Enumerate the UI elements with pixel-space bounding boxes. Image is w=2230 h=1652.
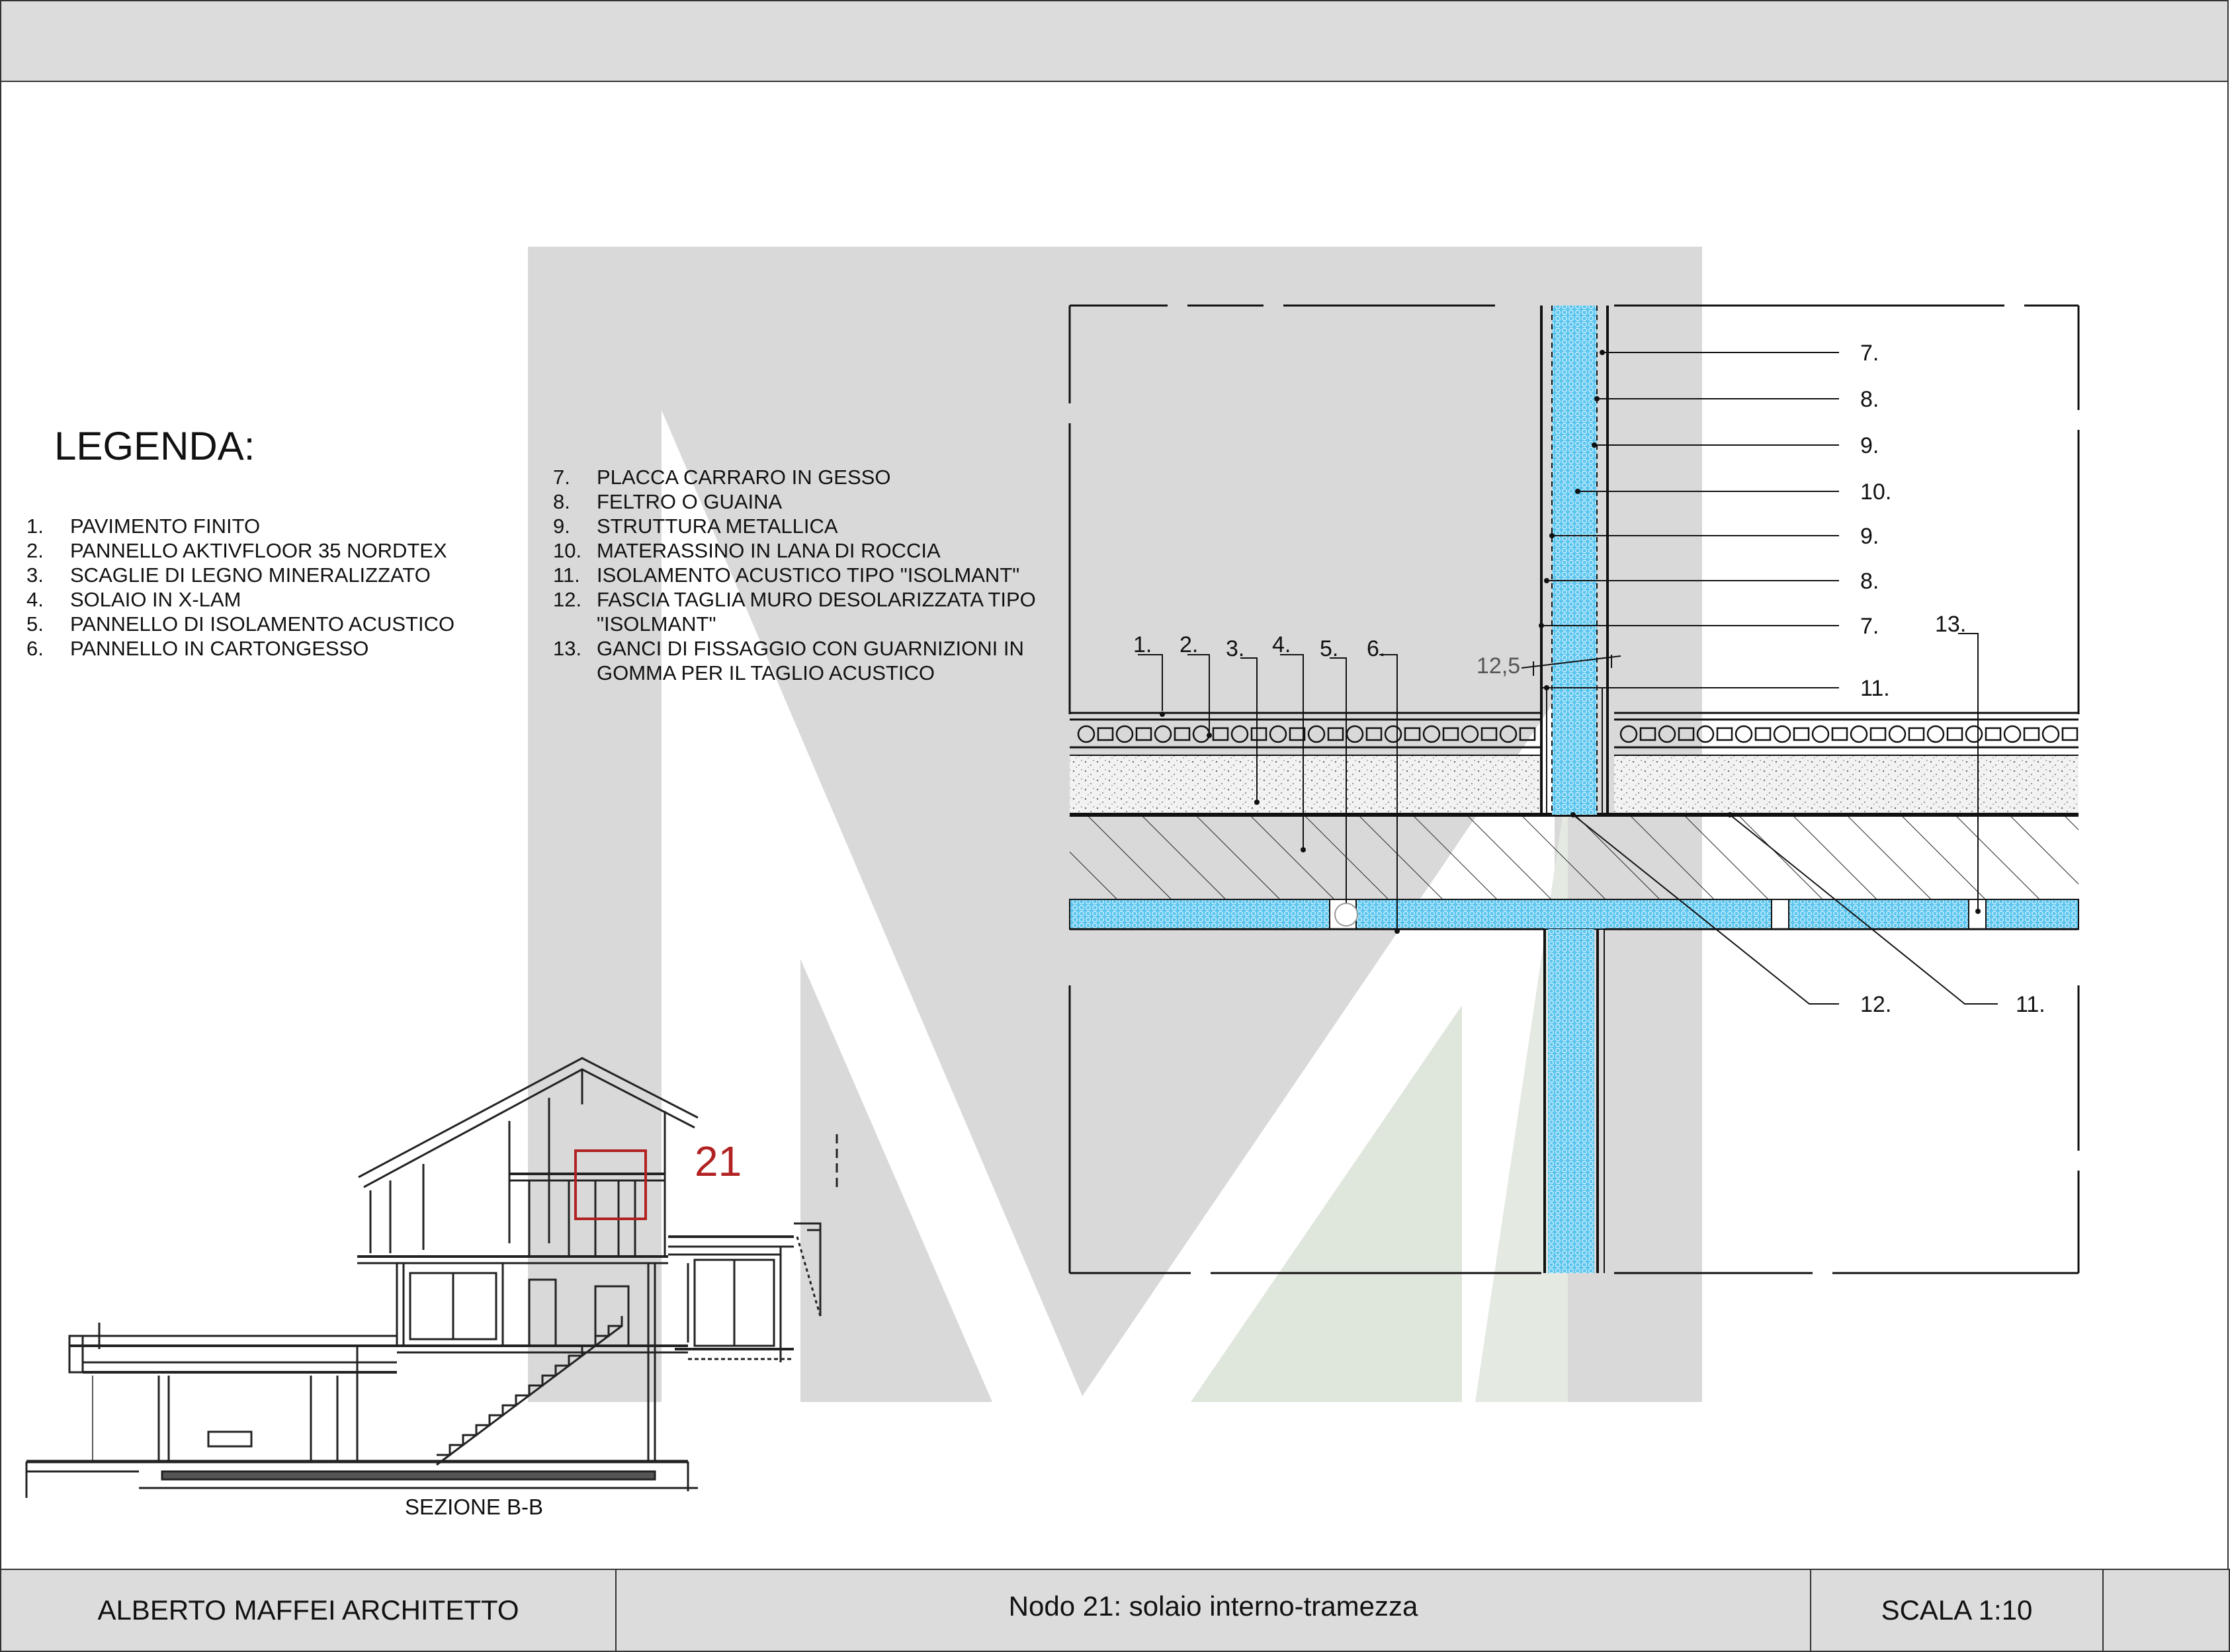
legend-list-left: 1. PAVIMENTO FINITO 2. PANNELLO AKTIVFLOOR … <box>26 514 454 661</box>
legend-item: 11. ISOLAMENTO ACUSTICO TIPO "ISOLMANT" <box>553 563 1036 587</box>
legend-item-number: 12. <box>553 588 582 611</box>
legend-item-number: 13. <box>553 637 582 660</box>
legend-item: GOMMA PER IL TAGLIO ACUSTICO <box>553 661 1036 685</box>
legend-item-number: 5. <box>26 612 44 636</box>
blank-cell <box>2104 1570 2230 1651</box>
legend-list-right: 7. PLACCA CARRARO IN GESSO 8. FELTRO O GUAI… <box>553 465 1036 685</box>
legend-item: 4. SOLAIO IN X-LAM <box>26 587 454 612</box>
legend-item-number <box>553 612 597 636</box>
legend-item: 9. STRUTTURA METALLICA <box>553 514 1036 538</box>
legend-item-text: PANNELLO AKTIVFLOOR 35 NORDTEX <box>70 539 447 562</box>
legend-item: 2. PANNELLO AKTIVFLOOR 35 NORDTEX <box>26 538 454 563</box>
drawing-scale: SCALA 1:10 <box>1881 1594 2033 1626</box>
legend-item-text: PANNELLO DI ISOLAMENTO ACUSTICO <box>70 612 455 636</box>
author-name: ALBERTO MAFFEI ARCHITETTO <box>97 1594 519 1626</box>
legend-item: "ISOLMANT" <box>553 612 1036 636</box>
legend-item-text: PANNELLO IN CARTONGESSO <box>70 637 369 660</box>
legend-item-number <box>553 661 597 685</box>
legend-item-text: FELTRO O GUAINA <box>597 490 783 513</box>
legend-item: 3. SCAGLIE DI LEGNO MINERALIZZATO <box>26 563 454 587</box>
header-bar <box>0 0 2229 82</box>
author-cell: ALBERTO MAFFEI ARCHITETTO <box>1 1570 617 1651</box>
legend-item-number: 4. <box>26 588 44 611</box>
legend-item-text: "ISOLMANT" <box>597 612 716 636</box>
legend-item-text: FASCIA TAGLIA MURO DESOLARIZZATA TIPO <box>597 588 1036 611</box>
legend-title: LEGENDA: <box>54 424 255 468</box>
legend-item-number: 7. <box>553 466 570 489</box>
legend-item-number: 6. <box>26 637 44 660</box>
legend-item-text: GANCI DI FISSAGGIO CON GUARNIZIONI IN <box>597 637 1024 660</box>
legend-item: 6. PANNELLO IN CARTONGESSO <box>26 636 454 661</box>
legend-item: 5. PANNELLO DI ISOLAMENTO ACUSTICO <box>26 612 454 636</box>
title-cell: Nodo 21: solaio interno-tramezza <box>617 1570 1811 1651</box>
legend-item-number: 2. <box>26 539 44 562</box>
sheet-frame <box>0 82 2229 1570</box>
scale-cell: SCALA 1:10 <box>1811 1570 2104 1651</box>
title-block: ALBERTO MAFFEI ARCHITETTO Nodo 21: solai… <box>0 1569 2230 1652</box>
legend-item-number: 1. <box>26 515 44 538</box>
legend-item-text: STRUTTURA METALLICA <box>597 515 838 538</box>
drawing-title: Nodo 21: solaio interno-tramezza <box>1008 1590 1418 1622</box>
legend-item-text: SOLAIO IN X-LAM <box>70 588 241 611</box>
legend-item: 1. PAVIMENTO FINITO <box>26 514 454 538</box>
legend-item-text: ISOLAMENTO ACUSTICO TIPO "ISOLMANT" <box>597 563 1020 587</box>
legend-item-number: 11. <box>553 563 580 587</box>
legend-item: 13. GANCI DI FISSAGGIO CON GUARNIZIONI IN <box>553 636 1036 661</box>
legend-item-number: 10. <box>553 539 582 562</box>
legend-item: 12. FASCIA TAGLIA MURO DESOLARIZZATA TIPO <box>553 587 1036 612</box>
legend-item: 7. PLACCA CARRARO IN GESSO <box>553 465 1036 489</box>
legend-item-number: 8. <box>553 490 570 513</box>
legend-item: 8. FELTRO O GUAINA <box>553 489 1036 514</box>
legend-item-text: PAVIMENTO FINITO <box>70 515 261 538</box>
legend-item-number: 9. <box>553 515 570 538</box>
legend-item-text: PLACCA CARRARO IN GESSO <box>597 466 891 489</box>
legend-item-text: GOMMA PER IL TAGLIO ACUSTICO <box>597 661 935 684</box>
legend-item: 10. MATERASSINO IN LANA DI ROCCIA <box>553 538 1036 563</box>
drawing-sheet: 1. 2. 3. 4. 5. 6. 7. 8. 9. 10. 9. 8. 7. … <box>0 0 2230 1652</box>
legend-item-text: SCAGLIE DI LEGNO MINERALIZZATO <box>70 563 431 587</box>
legend-item-text: MATERASSINO IN LANA DI ROCCIA <box>597 539 941 562</box>
legend-item-number: 3. <box>26 563 44 587</box>
